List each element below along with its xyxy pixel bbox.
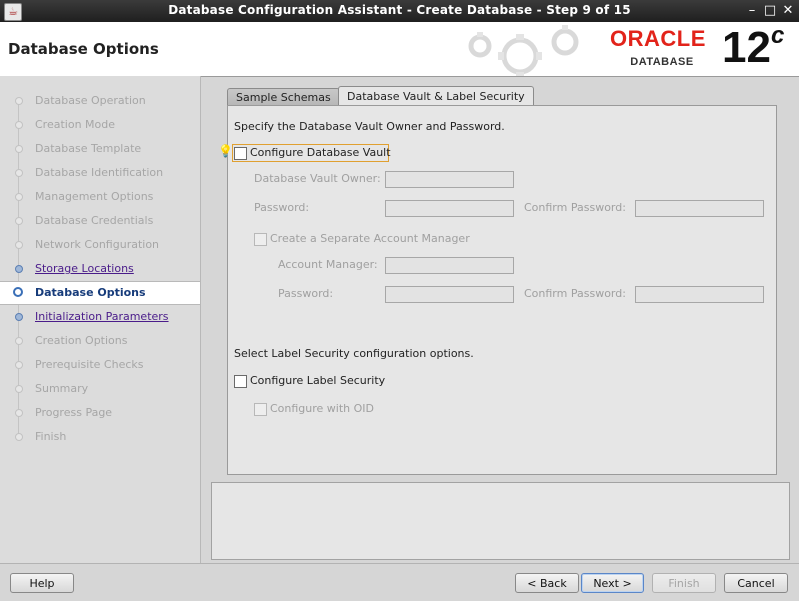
vault-owner-label: Database Vault Owner:: [254, 172, 381, 185]
finish-button[interactable]: Finish: [652, 573, 716, 593]
vault-confirm-password-field[interactable]: [635, 200, 764, 217]
oracle-logo: ORACLE DATABASE: [610, 26, 714, 69]
back-button[interactable]: < Back: [515, 573, 579, 593]
step-dot-icon: [15, 385, 23, 393]
nav-step-database-identification: Database Identification: [0, 162, 200, 184]
vault-label-security-panel: Specify the Database Vault Owner and Pas…: [218, 105, 777, 475]
nav-step-label: Database Options: [35, 286, 146, 299]
oracle-wordmark: ORACLE: [610, 26, 706, 51]
step-dot-icon: [15, 97, 23, 105]
current-step-icon: [13, 287, 23, 297]
nav-step-summary: Summary: [0, 378, 200, 400]
configure-label-security-label[interactable]: Configure Label Security: [250, 374, 385, 387]
configure-with-oid-label[interactable]: Configure with OID: [270, 402, 374, 415]
account-manager-confirm-password-field[interactable]: [635, 286, 764, 303]
window-title-bar: ☕ Database Configuration Assistant - Cre…: [0, 0, 799, 22]
account-manager-confirm-password-label: Confirm Password:: [524, 287, 626, 300]
help-button[interactable]: Help: [10, 573, 74, 593]
nav-step-management-options: Management Options: [0, 186, 200, 208]
tab-database-vault-label-security[interactable]: Database Vault & Label Security: [338, 86, 534, 107]
wizard-button-bar: Help < Back Next > Finish Cancel: [0, 563, 799, 601]
step-dot-icon: [15, 337, 23, 345]
vault-password-field[interactable]: [385, 200, 514, 217]
step-dot-icon: [15, 169, 23, 177]
page-title: Database Options: [8, 40, 159, 58]
nav-step-creation-options: Creation Options: [0, 330, 200, 352]
vault-password-label: Password:: [254, 201, 310, 214]
message-area: [211, 482, 790, 560]
account-manager-label: Account Manager:: [278, 258, 378, 271]
nav-step-label: Database Credentials: [35, 214, 154, 227]
step-dot-icon: [15, 313, 23, 321]
account-manager-password-field[interactable]: [385, 286, 514, 303]
vault-confirm-password-label: Confirm Password:: [524, 201, 626, 214]
nav-step-label: Creation Options: [35, 334, 128, 347]
nav-step-label: Database Operation: [35, 94, 146, 107]
nav-step-database-options[interactable]: Database Options: [0, 281, 200, 305]
step-dot-icon: [15, 217, 23, 225]
minimize-icon[interactable]: –: [744, 3, 760, 19]
version-number: 12: [722, 23, 771, 72]
separate-account-manager-checkbox[interactable]: [254, 233, 267, 246]
step-dot-icon: [15, 193, 23, 201]
nav-step-database-operation: Database Operation: [0, 90, 200, 112]
nav-step-storage-locations[interactable]: Storage Locations: [0, 258, 200, 280]
cancel-button[interactable]: Cancel: [724, 573, 788, 593]
step-dot-icon: [15, 361, 23, 369]
step-dot-icon: [15, 409, 23, 417]
next-button[interactable]: Next >: [581, 573, 644, 593]
version-suffix: c: [770, 22, 785, 49]
oracle-version: 12c: [722, 24, 784, 72]
nav-step-label[interactable]: Storage Locations: [35, 262, 134, 275]
vault-intro-text: Specify the Database Vault Owner and Pas…: [234, 120, 505, 133]
nav-step-label: Progress Page: [35, 406, 113, 419]
nav-step-label: Management Options: [35, 190, 154, 203]
gears-decoration-icon: [468, 25, 579, 76]
separate-account-manager-label[interactable]: Create a Separate Account Manager: [270, 232, 470, 245]
nav-step-label: Summary: [35, 382, 89, 395]
label-security-intro-text: Select Label Security configuration opti…: [234, 347, 474, 360]
close-icon[interactable]: ✕: [780, 3, 796, 19]
account-manager-field[interactable]: [385, 257, 514, 274]
nav-step-label: Database Template: [35, 142, 142, 155]
nav-step-initialization-parameters[interactable]: Initialization Parameters: [0, 306, 200, 328]
nav-step-label[interactable]: Initialization Parameters: [35, 310, 169, 323]
step-dot-icon: [15, 145, 23, 153]
step-dot-icon: [15, 121, 23, 129]
oracle-product-name: DATABASE: [630, 56, 694, 68]
configure-database-vault-label[interactable]: Configure Database Vault: [250, 146, 391, 159]
nav-step-prerequisite-checks: Prerequisite Checks: [0, 354, 200, 376]
tab-sample-schemas[interactable]: Sample Schemas: [227, 88, 340, 106]
nav-step-label: Database Identification: [35, 166, 164, 179]
account-manager-password-label: Password:: [278, 287, 334, 300]
nav-step-label: Creation Mode: [35, 118, 116, 131]
nav-step-database-template: Database Template: [0, 138, 200, 160]
nav-step-label: Finish: [35, 430, 67, 443]
configure-label-security-checkbox[interactable]: [234, 375, 247, 388]
nav-step-finish: Finish: [0, 426, 200, 448]
nav-step-progress-page: Progress Page: [0, 402, 200, 424]
maximize-icon[interactable]: □: [762, 3, 778, 19]
vault-owner-field[interactable]: [385, 171, 514, 188]
nav-step-network-configuration: Network Configuration: [0, 234, 200, 256]
hint-bulb-icon[interactable]: 💡: [218, 144, 233, 158]
step-dot-icon: [15, 241, 23, 249]
step-navigation: Database Operation Creation Mode Databas…: [0, 76, 201, 563]
nav-step-label: Prerequisite Checks: [35, 358, 144, 371]
nav-step-label: Network Configuration: [35, 238, 160, 251]
nav-step-creation-mode: Creation Mode: [0, 114, 200, 136]
configure-with-oid-checkbox[interactable]: [254, 403, 267, 416]
nav-step-database-credentials: Database Credentials: [0, 210, 200, 232]
step-dot-icon: [15, 433, 23, 441]
window-title: Database Configuration Assistant - Creat…: [168, 3, 631, 17]
configure-database-vault-checkbox[interactable]: [234, 147, 247, 160]
header-banner: Database Options ORACLE DATABASE 12c: [0, 22, 799, 77]
step-dot-icon: [15, 265, 23, 273]
